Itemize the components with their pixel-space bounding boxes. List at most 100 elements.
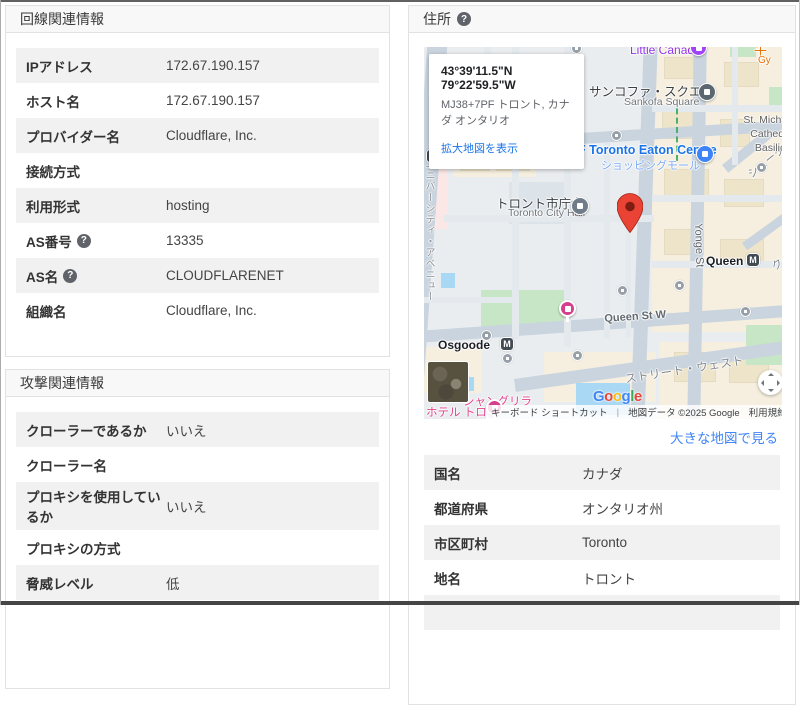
poi-label-shangri-la-2[interactable]: ホテル トロ bbox=[426, 404, 487, 419]
table-row: 地名 トロント bbox=[424, 560, 780, 595]
row-label: プロバイダー名 bbox=[26, 129, 120, 145]
poi-label-eaton-centre[interactable]: CF Toronto Eaton Centre bbox=[569, 143, 717, 157]
table-row: 国名 カナダ bbox=[424, 455, 780, 490]
row-value: いいえ bbox=[166, 423, 207, 439]
row-label: 市区町村 bbox=[434, 536, 488, 552]
transit-stop-icon[interactable] bbox=[740, 306, 751, 317]
terms-link[interactable]: 利用規約 bbox=[749, 405, 782, 419]
transit-stop-icon[interactable] bbox=[502, 353, 513, 364]
keyboard-shortcuts-link[interactable]: キーボード ショートカット bbox=[491, 405, 608, 419]
map-water bbox=[441, 273, 455, 288]
table-row: プロバイダー名 Cloudflare, Inc. bbox=[16, 118, 379, 153]
transit-stop-icon[interactable] bbox=[674, 280, 685, 291]
station-label-osgoode[interactable]: Osgoode bbox=[438, 338, 490, 352]
pan-right-icon bbox=[777, 379, 780, 386]
info-window-coordinates: 43°39'11.5"N 79°22'59.5"W bbox=[441, 64, 516, 92]
row-label: IPアドレス bbox=[26, 59, 93, 75]
table-row: プロキシの方式 bbox=[16, 530, 379, 565]
poi-label-st-michaels[interactable]: St. Michael's Cathedral Basilica bbox=[732, 113, 782, 156]
row-label: クローラーであるか bbox=[26, 423, 147, 439]
map-road-minor bbox=[652, 195, 782, 202]
poi-label-eaton-centre-jp[interactable]: ショッピングモール bbox=[601, 157, 700, 173]
row-label: プロキシの方式 bbox=[26, 541, 121, 557]
street-label-university-ave: ユニバーシティ・アベニュー bbox=[424, 159, 434, 302]
network-info-panel-header: 回線関連情報 bbox=[6, 6, 389, 33]
map-building bbox=[664, 57, 694, 79]
row-label: 脅威レベル bbox=[26, 576, 94, 592]
help-icon[interactable]: ? bbox=[76, 233, 91, 248]
address-panel-title: 住所 bbox=[423, 11, 451, 27]
row-value: 13335 bbox=[166, 233, 204, 248]
network-info-table: IPアドレス 172.67.190.157 ホスト名 172.67.190.157 プロ… bbox=[16, 48, 379, 328]
location-pin-icon[interactable] bbox=[616, 193, 644, 238]
row-label: ホスト名 bbox=[26, 94, 80, 110]
table-row: 組織名 Cloudflare, Inc. bbox=[16, 293, 379, 328]
row-value: カナダ bbox=[582, 466, 623, 482]
window-border-top bbox=[0, 0, 800, 2]
transit-stop-icon[interactable] bbox=[572, 350, 583, 361]
row-value: Cloudflare, Inc. bbox=[166, 303, 257, 318]
network-info-panel: 回線関連情報 IPアドレス 172.67.190.157 ホスト名 172.67.19… bbox=[5, 5, 390, 357]
row-label: 接続方式 bbox=[26, 164, 80, 180]
transit-stop-icon[interactable] bbox=[611, 130, 622, 141]
satellite-layer-thumbnail[interactable] bbox=[427, 361, 469, 403]
window-border-bottom bbox=[0, 601, 800, 605]
table-row: 市区町村 Toronto bbox=[424, 525, 780, 560]
row-label: プロキシを使用しているか bbox=[26, 490, 161, 525]
view-larger-map-link[interactable]: 拡大地図を表示 bbox=[441, 140, 518, 156]
poi-label-orange-2[interactable]: Gy bbox=[758, 55, 771, 66]
map-building bbox=[724, 62, 759, 87]
row-label: 国名 bbox=[434, 466, 461, 482]
table-row: AS番号? 13335 bbox=[16, 223, 379, 258]
table-row: 利用形式 hosting bbox=[16, 188, 379, 223]
map-info-window: 43°39'11.5"N 79°22'59.5"W MJ38+7PF トロント,… bbox=[429, 54, 584, 169]
poi-label-sankofa-square-en[interactable]: Sankofa Square bbox=[624, 96, 699, 108]
help-icon[interactable]: ? bbox=[63, 268, 78, 283]
square-poi-icon[interactable] bbox=[698, 83, 716, 101]
info-window-plus-code: MJ38+7PF トロント, カナダ オンタリオ bbox=[441, 99, 570, 127]
pan-down-icon bbox=[767, 389, 774, 392]
row-value: オンタリオ州 bbox=[582, 501, 663, 517]
map-explore-control[interactable] bbox=[758, 370, 782, 395]
hotel-pin-icon[interactable] bbox=[559, 300, 576, 322]
row-label: 都道府県 bbox=[434, 501, 488, 517]
row-value: 172.67.190.157 bbox=[166, 93, 260, 108]
street-label-yonge: Yonge St bbox=[692, 223, 706, 268]
row-label: 地名 bbox=[434, 571, 461, 587]
map-building bbox=[724, 179, 764, 207]
transit-stop-icon[interactable] bbox=[571, 47, 582, 54]
row-value: hosting bbox=[166, 198, 210, 213]
google-map-embed[interactable]: Dundas St W Yonge St ユニバーシティ・アベニュー Queen… bbox=[424, 47, 782, 419]
pan-up-icon bbox=[767, 373, 774, 376]
open-larger-map-link[interactable]: 大きな地図で見る bbox=[426, 427, 778, 447]
station-label-queen[interactable]: Queen bbox=[706, 254, 743, 268]
help-icon[interactable]: ? bbox=[457, 12, 471, 26]
subway-station-icon-queen[interactable]: M bbox=[746, 253, 760, 267]
row-label: AS名? bbox=[26, 266, 166, 286]
transit-stop-icon[interactable] bbox=[756, 162, 767, 173]
row-value: Toronto bbox=[582, 535, 628, 550]
table-row: クローラーであるか いいえ bbox=[16, 412, 379, 447]
attack-info-panel: 攻撃関連情報 クローラーであるか いいえ クローラー名 プロキシを使用しているか いいえ… bbox=[5, 369, 390, 689]
shopping-mall-icon[interactable] bbox=[696, 145, 714, 163]
network-info-panel-title: 回線関連情報 bbox=[20, 11, 104, 27]
address-panel: 住所 ? Yonge St ユニバーシティ・アベニュー Queen St W シ… bbox=[408, 5, 796, 705]
transit-stop-icon[interactable] bbox=[481, 330, 492, 341]
attack-info-panel-header: 攻撃関連情報 bbox=[6, 370, 389, 397]
subway-station-icon-osgoode[interactable]: M bbox=[500, 337, 514, 351]
google-logo[interactable]: Google bbox=[593, 388, 642, 405]
table-row: 接続方式 bbox=[16, 153, 379, 188]
table-row: ホスト名 172.67.190.157 bbox=[16, 83, 379, 118]
table-row: プロキシを使用しているか いいえ bbox=[16, 482, 379, 530]
table-row: 都道府県 オンタリオ州 bbox=[424, 490, 780, 525]
transit-stop-icon[interactable] bbox=[617, 285, 628, 296]
row-label: 利用形式 bbox=[26, 199, 80, 215]
row-value: Cloudflare, Inc. bbox=[166, 128, 257, 143]
table-row: IPアドレス 172.67.190.157 bbox=[16, 48, 379, 83]
address-panel-header: 住所 ? bbox=[409, 6, 795, 33]
map-data-attribution: 地図データ ©2025 Google bbox=[628, 408, 740, 419]
map-road-minor bbox=[424, 297, 512, 303]
city-hall-icon[interactable] bbox=[571, 197, 589, 215]
table-row: AS名? CLOUDFLARENET bbox=[16, 258, 379, 293]
attack-info-table: クローラーであるか いいえ クローラー名 プロキシを使用しているか いいえ プロキシの方式… bbox=[16, 412, 379, 600]
